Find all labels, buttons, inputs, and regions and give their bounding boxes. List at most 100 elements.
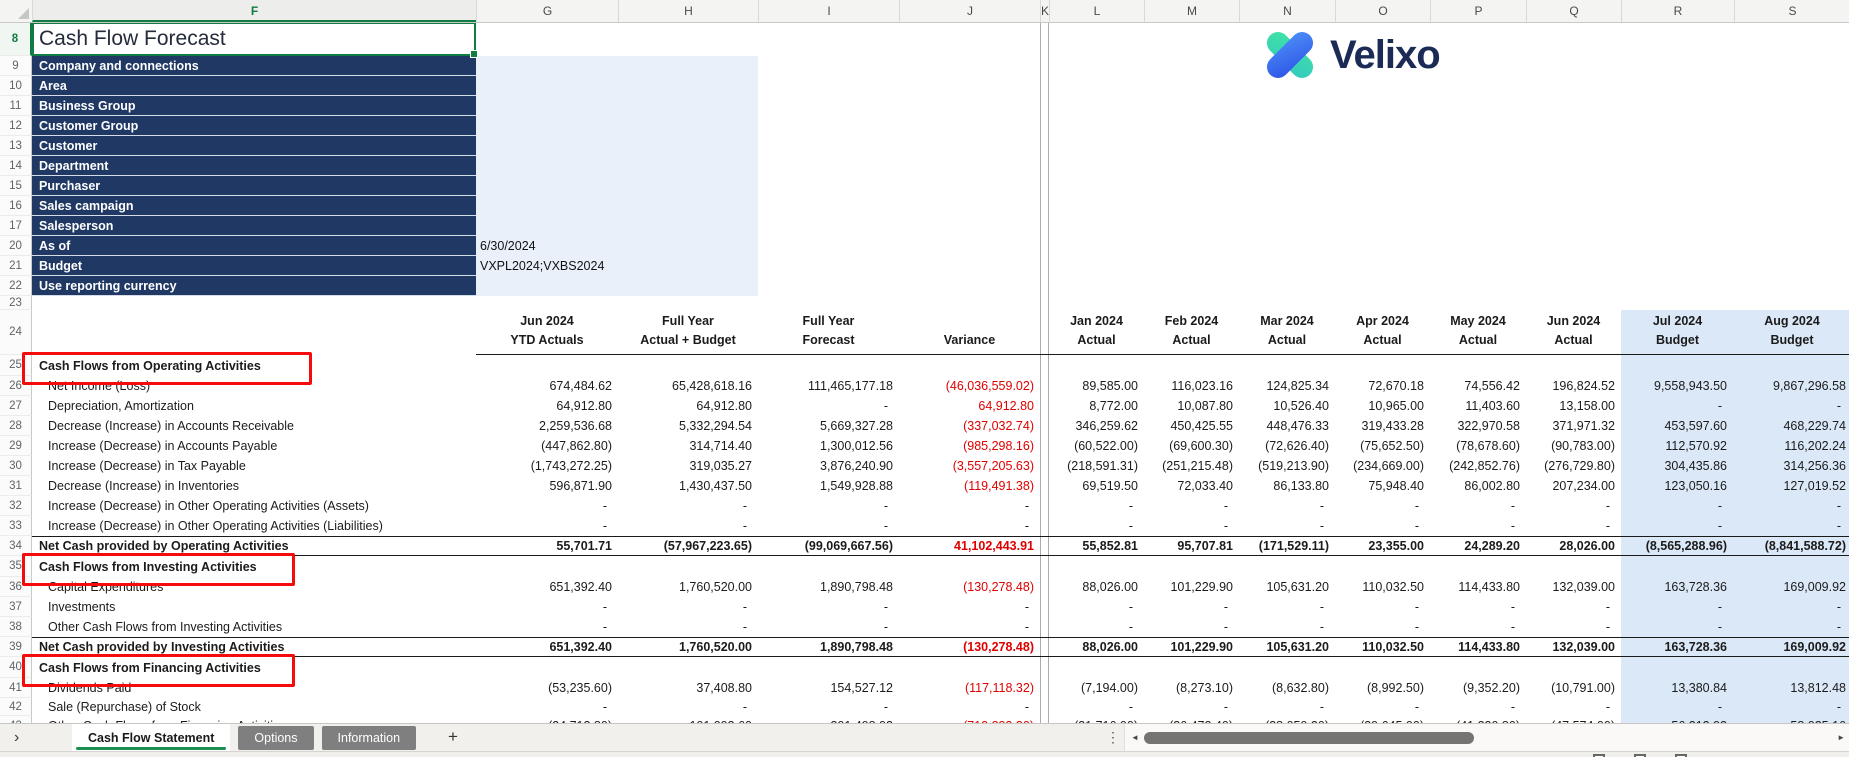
cell-I41[interactable]: 154,527.12 bbox=[758, 678, 899, 698]
cell-J40[interactable] bbox=[899, 657, 1040, 678]
cell-S41[interactable]: 13,812.48 bbox=[1734, 678, 1849, 698]
cell-R25[interactable] bbox=[1621, 355, 1734, 376]
cell-M25[interactable] bbox=[1144, 355, 1239, 376]
cell-P30[interactable]: (242,852.76) bbox=[1430, 456, 1526, 476]
row-header-21[interactable]: 21 bbox=[0, 256, 32, 276]
row-label-net-cash-provided-by-operating-activities[interactable]: Net Cash provided by Operating Activitie… bbox=[32, 537, 476, 555]
filter-value-use-reporting-currency[interactable] bbox=[476, 276, 762, 296]
cell-G26[interactable]: 674,484.62 bbox=[476, 376, 618, 396]
cell-R27[interactable]: - bbox=[1621, 396, 1734, 416]
cell-N41[interactable]: (8,632.80) bbox=[1239, 678, 1335, 698]
cell-S33[interactable]: - bbox=[1734, 516, 1849, 536]
cell-O41[interactable]: (8,992.50) bbox=[1335, 678, 1430, 698]
cell-O43[interactable]: (39,645.00) bbox=[1335, 716, 1430, 723]
table-col-header-apr-2024-actual[interactable]: Apr 2024 Actual bbox=[1335, 310, 1430, 355]
filter-value-business-group[interactable] bbox=[476, 96, 762, 116]
row-label-depreciation-amortization[interactable]: Depreciation, Amortization bbox=[32, 396, 476, 416]
cell-H30[interactable]: 319,035.27 bbox=[618, 456, 758, 476]
column-header-S[interactable]: S bbox=[1734, 0, 1849, 22]
cell-M42[interactable]: - bbox=[1144, 698, 1239, 716]
cell-R42[interactable]: - bbox=[1621, 698, 1734, 716]
cell-L32[interactable]: - bbox=[1049, 496, 1144, 516]
cell-J42[interactable]: - bbox=[899, 698, 1040, 716]
row-header-10[interactable]: 10 bbox=[0, 76, 32, 96]
cell-S39[interactable]: 169,009.92 bbox=[1734, 638, 1849, 656]
row-header-20[interactable]: 20 bbox=[0, 236, 32, 256]
filter-value-customer[interactable] bbox=[476, 136, 762, 156]
cell-H27[interactable]: 64,912.80 bbox=[618, 396, 758, 416]
cell-M34[interactable]: 95,707.81 bbox=[1144, 537, 1239, 555]
cell-P27[interactable]: 11,403.60 bbox=[1430, 396, 1526, 416]
cell-H40[interactable] bbox=[618, 657, 758, 678]
row-header-28[interactable]: 28 bbox=[0, 416, 32, 436]
cell-O36[interactable]: 110,032.50 bbox=[1335, 577, 1430, 597]
cell-Q28[interactable]: 371,971.32 bbox=[1526, 416, 1621, 436]
row-label-increase-decrease-in-other-operating-activities-assets[interactable]: Increase (Decrease) in Other Operating A… bbox=[32, 496, 476, 516]
cell-L42[interactable]: - bbox=[1049, 698, 1144, 716]
row-label-dividends-paid[interactable]: Dividends Paid bbox=[32, 678, 476, 698]
row-header-29[interactable]: 29 bbox=[0, 436, 32, 456]
cell-I29[interactable]: 1,300,012.56 bbox=[758, 436, 899, 456]
cell-H28[interactable]: 5,332,294.54 bbox=[618, 416, 758, 436]
cell-Q42[interactable]: - bbox=[1526, 698, 1621, 716]
filter-value-budget[interactable]: VXPL2024;VXBS2024 bbox=[476, 256, 762, 276]
cell-Q37[interactable]: - bbox=[1526, 597, 1621, 617]
sheet-tab-information[interactable]: Information bbox=[321, 726, 417, 750]
cell-J26[interactable]: (46,036,559.02) bbox=[899, 376, 1040, 396]
row-header-37[interactable]: 37 bbox=[0, 597, 32, 617]
cell-L41[interactable]: (7,194.00) bbox=[1049, 678, 1144, 698]
cell-S32[interactable]: - bbox=[1734, 496, 1849, 516]
column-header-R[interactable]: R bbox=[1621, 0, 1734, 22]
more-options-icon[interactable]: ⋮ bbox=[1106, 724, 1120, 752]
row-header-22[interactable]: 22 bbox=[0, 276, 32, 296]
cell-S31[interactable]: 127,019.52 bbox=[1734, 476, 1849, 496]
row-header-35[interactable]: 35 bbox=[0, 556, 32, 577]
cell-P42[interactable]: - bbox=[1430, 698, 1526, 716]
cell-Q43[interactable]: (47,574.00) bbox=[1526, 716, 1621, 723]
row-header-24[interactable]: 24 bbox=[0, 310, 32, 355]
cell-H26[interactable]: 65,428,618.16 bbox=[618, 376, 758, 396]
cell-N35[interactable] bbox=[1239, 556, 1335, 577]
row-header-41[interactable]: 41 bbox=[0, 678, 32, 698]
cell-L27[interactable]: 8,772.00 bbox=[1049, 396, 1144, 416]
filter-value-area[interactable] bbox=[476, 76, 762, 96]
cell-J36[interactable]: (130,278.48) bbox=[899, 577, 1040, 597]
cell-M38[interactable]: - bbox=[1144, 617, 1239, 637]
cell-L33[interactable]: - bbox=[1049, 516, 1144, 536]
cell-I38[interactable]: - bbox=[758, 617, 899, 637]
cell-S40[interactable] bbox=[1734, 657, 1849, 678]
row-header-17[interactable]: 17 bbox=[0, 216, 32, 236]
cell-R41[interactable]: 13,380.84 bbox=[1621, 678, 1734, 698]
cell-P39[interactable]: 114,433.80 bbox=[1430, 638, 1526, 656]
row-label-capital-expenditures[interactable]: Capital Expenditures bbox=[32, 577, 476, 597]
cell-N34[interactable]: (171,529.11) bbox=[1239, 537, 1335, 555]
cell-L37[interactable]: - bbox=[1049, 597, 1144, 617]
cell-N26[interactable]: 124,825.34 bbox=[1239, 376, 1335, 396]
cell-H25[interactable] bbox=[618, 355, 758, 376]
cell-O32[interactable]: - bbox=[1335, 496, 1430, 516]
filter-value-company-and-connections[interactable] bbox=[476, 56, 762, 76]
cell-G27[interactable]: 64,912.80 bbox=[476, 396, 618, 416]
column-header-G[interactable]: G bbox=[476, 0, 618, 22]
cell-I26[interactable]: 111,465,177.18 bbox=[758, 376, 899, 396]
cell-O27[interactable]: 10,965.00 bbox=[1335, 396, 1430, 416]
cell-P33[interactable]: - bbox=[1430, 516, 1526, 536]
row-header-14[interactable]: 14 bbox=[0, 156, 32, 176]
cell-Q26[interactable]: 196,824.52 bbox=[1526, 376, 1621, 396]
cell-J27[interactable]: 64,912.80 bbox=[899, 396, 1040, 416]
table-col-header-may-2024-actual[interactable]: May 2024 Actual bbox=[1430, 310, 1526, 355]
cell-J35[interactable] bbox=[899, 556, 1040, 577]
cell-P40[interactable] bbox=[1430, 657, 1526, 678]
cell-L39[interactable]: 88,026.00 bbox=[1049, 638, 1144, 656]
row-header-9[interactable]: 9 bbox=[0, 56, 32, 76]
cell-J31[interactable]: (119,491.38) bbox=[899, 476, 1040, 496]
select-all-corner[interactable] bbox=[0, 0, 33, 22]
cell-G25[interactable] bbox=[476, 355, 618, 376]
row-header-11[interactable]: 11 bbox=[0, 96, 32, 116]
cell-R32[interactable]: - bbox=[1621, 496, 1734, 516]
cell-M37[interactable]: - bbox=[1144, 597, 1239, 617]
cell-H36[interactable]: 1,760,520.00 bbox=[618, 577, 758, 597]
cell-O38[interactable]: - bbox=[1335, 617, 1430, 637]
cell-J25[interactable] bbox=[899, 355, 1040, 376]
cell-N27[interactable]: 10,526.40 bbox=[1239, 396, 1335, 416]
